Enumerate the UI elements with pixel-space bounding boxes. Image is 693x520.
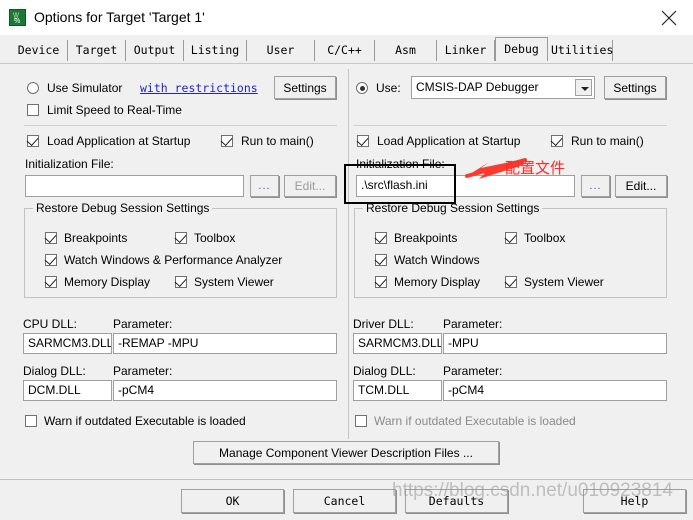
debugger-select[interactable]: CMSIS-DAP Debugger bbox=[411, 76, 595, 99]
right-run-to-main-checkbox[interactable] bbox=[551, 135, 563, 147]
tab-target[interactable]: Target bbox=[68, 40, 126, 61]
left-edit-button[interactable]: Edit... bbox=[284, 175, 336, 197]
right-dialog-dll-label: Dialog DLL: bbox=[353, 364, 416, 378]
debugger-selected-value: CMSIS-DAP Debugger bbox=[416, 80, 539, 94]
limit-speed-checkbox[interactable] bbox=[27, 104, 39, 116]
right-warn-outdated-checkbox[interactable] bbox=[355, 415, 367, 427]
left-run-to-main-label: Run to main() bbox=[241, 134, 314, 148]
manage-component-viewer-button[interactable]: Manage Component Viewer Description File… bbox=[193, 441, 499, 464]
left-load-app-label: Load Application at Startup bbox=[47, 134, 191, 148]
right-watch-windows-checkbox[interactable] bbox=[375, 254, 387, 266]
title-bar: \!/% Options for Target 'Target 1' bbox=[0, 0, 693, 35]
keil-uvision-icon: \!/% bbox=[9, 9, 26, 26]
right-warn-outdated-label: Warn if outdated Executable is loaded bbox=[374, 414, 576, 428]
with-restrictions-link[interactable]: with restrictions bbox=[140, 81, 258, 95]
left-watch-windows-label: Watch Windows & Performance Analyzer bbox=[64, 253, 283, 267]
cancel-button[interactable]: Cancel bbox=[293, 489, 396, 513]
left-dialog-dll-label: Dialog DLL: bbox=[23, 364, 86, 378]
left-warn-outdated-label: Warn if outdated Executable is loaded bbox=[44, 414, 246, 428]
tab-output[interactable]: Output bbox=[126, 40, 184, 61]
right-browse-label: ... bbox=[589, 180, 602, 192]
use-simulator-label: Use Simulator bbox=[47, 81, 123, 95]
left-memory-display-checkbox[interactable] bbox=[45, 276, 57, 288]
driver-parameter-label: Parameter: bbox=[443, 317, 503, 331]
tab-utilities[interactable]: Utilities bbox=[548, 40, 613, 61]
left-toolbox-checkbox[interactable] bbox=[175, 232, 187, 244]
left-breakpoints-checkbox[interactable] bbox=[45, 232, 57, 244]
left-browse-button[interactable]: ... bbox=[250, 175, 279, 197]
left-memory-display-label: Memory Display bbox=[64, 275, 151, 289]
tab-device[interactable]: Device bbox=[10, 40, 68, 61]
limit-speed-label: Limit Speed to Real-Time bbox=[47, 103, 182, 117]
cpu-parameter-input[interactable]: -REMAP -MPU bbox=[113, 333, 337, 354]
right-system-viewer-checkbox[interactable] bbox=[505, 276, 517, 288]
tab-asm[interactable]: Asm bbox=[375, 40, 437, 61]
left-watch-windows-checkbox[interactable] bbox=[45, 254, 57, 266]
left-run-to-main-checkbox[interactable] bbox=[221, 135, 233, 147]
driver-dll-input[interactable]: SARMCM3.DLL bbox=[353, 333, 442, 354]
use-debugger-label: Use: bbox=[376, 81, 401, 95]
left-divider bbox=[24, 125, 337, 126]
right-toolbox-checkbox[interactable] bbox=[505, 232, 517, 244]
tab-strip: Device Target Output Listing User C/C++ … bbox=[0, 35, 693, 63]
watermark-text: https://blog.csdn.net/u010923814 bbox=[392, 480, 674, 501]
right-load-app-label: Load Application at Startup bbox=[377, 134, 521, 148]
panel-divider bbox=[348, 69, 349, 439]
debugger-settings-button[interactable]: Settings bbox=[604, 76, 666, 99]
right-memory-display-label: Memory Display bbox=[394, 275, 481, 289]
left-init-file-label: Initialization File: bbox=[25, 157, 114, 171]
right-run-to-main-label: Run to main() bbox=[571, 134, 644, 148]
debug-tab-panel: Use Simulator with restrictions Settings… bbox=[0, 63, 693, 520]
left-init-file-input[interactable] bbox=[25, 175, 244, 197]
right-divider bbox=[354, 125, 667, 126]
simulator-settings-button[interactable]: Settings bbox=[274, 76, 336, 99]
tab-user[interactable]: User bbox=[247, 40, 315, 61]
right-dialog-parameter-input[interactable]: -pCM4 bbox=[443, 380, 667, 401]
tab-debug[interactable]: Debug bbox=[495, 37, 548, 61]
left-restore-group-title: Restore Debug Session Settings bbox=[33, 201, 213, 215]
options-for-target-dialog: \!/% Options for Target 'Target 1' Devic… bbox=[0, 0, 693, 520]
driver-parameter-input[interactable]: -MPU bbox=[443, 333, 667, 354]
left-dialog-parameter-input[interactable]: -pCM4 bbox=[113, 380, 337, 401]
cpu-parameter-label: Parameter: bbox=[113, 317, 173, 331]
driver-dll-label: Driver DLL: bbox=[353, 317, 414, 331]
right-toolbox-label: Toolbox bbox=[524, 231, 566, 245]
page-title: Options for Target 'Target 1' bbox=[34, 9, 205, 25]
left-system-viewer-checkbox[interactable] bbox=[175, 276, 187, 288]
cpu-dll-label: CPU DLL: bbox=[23, 317, 78, 331]
right-dialog-dll-input[interactable]: TCM.DLL bbox=[353, 380, 442, 401]
cpu-dll-input[interactable]: SARMCM3.DLL bbox=[23, 333, 112, 354]
left-breakpoints-label: Breakpoints bbox=[64, 231, 128, 245]
left-system-viewer-label: System Viewer bbox=[194, 275, 274, 289]
right-breakpoints-checkbox[interactable] bbox=[375, 232, 387, 244]
right-load-app-checkbox[interactable] bbox=[357, 135, 369, 147]
right-dialog-parameter-label: Parameter: bbox=[443, 364, 503, 378]
right-watch-windows-label: Watch Windows bbox=[394, 253, 480, 267]
right-memory-display-checkbox[interactable] bbox=[375, 276, 387, 288]
right-breakpoints-label: Breakpoints bbox=[394, 231, 458, 245]
left-toolbox-label: Toolbox bbox=[194, 231, 236, 245]
use-debugger-radio[interactable] bbox=[356, 82, 368, 94]
tab-listing[interactable]: Listing bbox=[184, 40, 247, 61]
init-file-highlight-box bbox=[344, 164, 456, 204]
annotation-note-text: 配置文件 bbox=[505, 159, 566, 177]
ok-button[interactable]: OK bbox=[181, 489, 284, 513]
left-load-app-checkbox[interactable] bbox=[27, 135, 39, 147]
close-icon[interactable] bbox=[647, 0, 693, 35]
left-warn-outdated-checkbox[interactable] bbox=[25, 415, 37, 427]
use-simulator-radio[interactable] bbox=[27, 82, 39, 94]
tab-linker[interactable]: Linker bbox=[437, 40, 495, 61]
left-dialog-dll-input[interactable]: DCM.DLL bbox=[23, 380, 112, 401]
right-system-viewer-label: System Viewer bbox=[524, 275, 604, 289]
left-dialog-parameter-label: Parameter: bbox=[113, 364, 173, 378]
tab-c-cpp[interactable]: C/C++ bbox=[315, 40, 375, 61]
right-edit-button[interactable]: Edit... bbox=[615, 175, 667, 197]
chevron-down-icon[interactable] bbox=[575, 79, 592, 96]
left-browse-label: ... bbox=[258, 180, 271, 192]
right-browse-button[interactable]: ... bbox=[581, 175, 610, 197]
